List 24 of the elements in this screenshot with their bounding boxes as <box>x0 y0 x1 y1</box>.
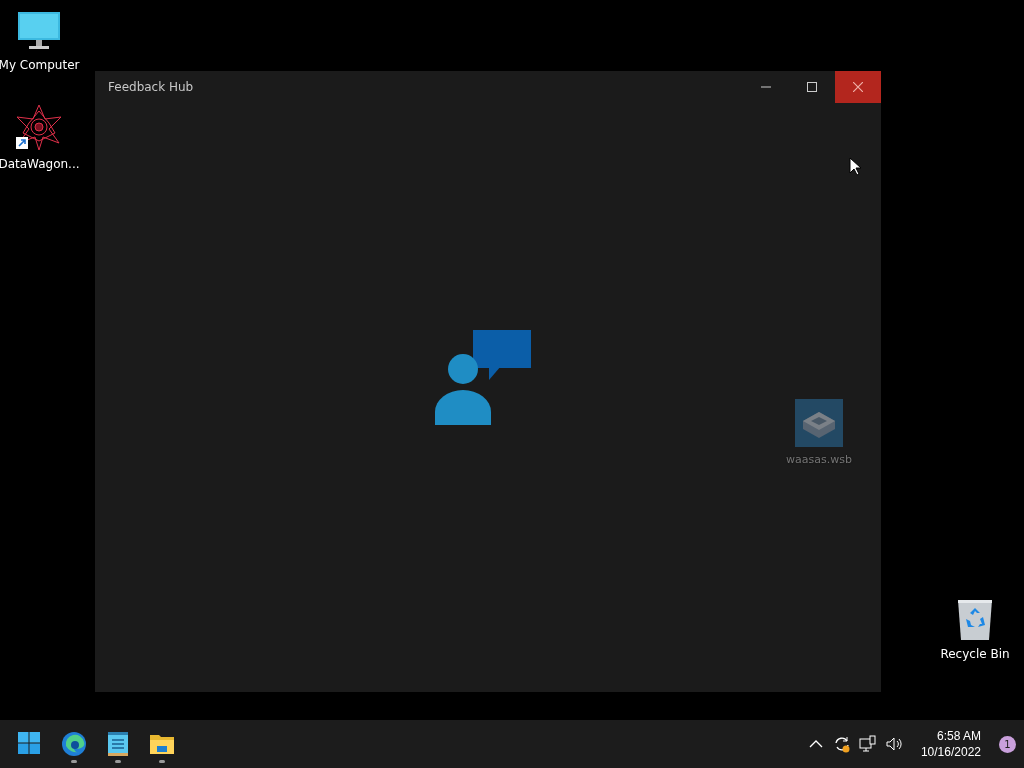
feedback-logo-icon <box>435 329 531 426</box>
speaker-icon <box>884 735 903 753</box>
icon-label: Recycle Bin <box>940 647 1010 661</box>
icon-label: My Computer <box>0 58 80 72</box>
window-title: Feedback Hub <box>107 80 195 94</box>
clock-time: 6:58 AM <box>936 728 981 744</box>
recycle-bin-icon[interactable] <box>956 597 994 641</box>
icon-label: DataWagon... <box>0 157 80 171</box>
network-icon <box>858 735 877 753</box>
close-icon <box>853 82 863 92</box>
pointer-icon <box>849 157 861 176</box>
star-shortcut-icon[interactable] <box>15 103 63 151</box>
computer-icon[interactable] <box>17 12 61 52</box>
sync-warning-icon <box>832 735 851 753</box>
chevron-up-icon <box>808 738 823 750</box>
notepad-icon <box>106 732 130 756</box>
clock[interactable]: 6:58 AM 10/16/2022 <box>908 728 987 760</box>
clock-date: 10/16/2022 <box>920 744 981 760</box>
browser-icon <box>62 732 86 756</box>
windows-logo-icon <box>18 732 42 756</box>
notification-badge[interactable]: 1 <box>999 735 1016 753</box>
icon-label: waasas.wsb <box>786 453 852 466</box>
maximize-icon <box>807 82 817 92</box>
folder-icon <box>150 732 174 756</box>
